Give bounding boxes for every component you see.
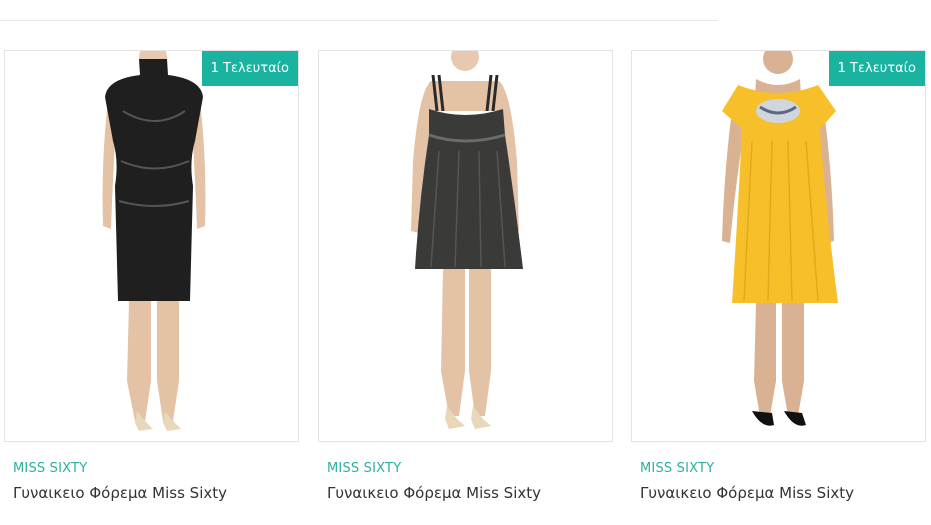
product-title[interactable]: Γυναικειο Φόρεμα Miss Sixty [327,484,541,502]
last-item-badge: 1 Τελευταίο [201,51,298,86]
product-image-frame[interactable] [318,50,613,442]
product-brand[interactable]: MISS SIXTY [13,461,87,476]
product-image [411,51,523,429]
product-image [722,51,838,426]
product-brand[interactable]: MISS SIXTY [327,461,401,476]
product-card[interactable]: 1 Τελευταίο MISS SIXTY Γυναικειο Φόρεμα … [4,50,299,520]
product-image [102,51,206,431]
product-title[interactable]: Γυναικειο Φόρεμα Miss Sixty [640,484,854,502]
product-card[interactable]: 1 Τελευταίο MISS SIXTY Γυναικειο Φόρεμα … [631,50,926,520]
last-item-badge: 1 Τελευταίο [828,51,925,86]
top-divider [0,20,718,21]
product-card[interactable]: MISS SIXTY Γυναικειο Φόρεμα Miss Sixty [318,50,613,520]
product-brand[interactable]: MISS SIXTY [640,461,714,476]
product-image-frame[interactable]: 1 Τελευταίο [4,50,299,442]
product-title[interactable]: Γυναικειο Φόρεμα Miss Sixty [13,484,227,502]
product-image-frame[interactable]: 1 Τελευταίο [631,50,926,442]
product-grid: 1 Τελευταίο MISS SIXTY Γυναικειο Φόρεμα … [4,50,927,520]
